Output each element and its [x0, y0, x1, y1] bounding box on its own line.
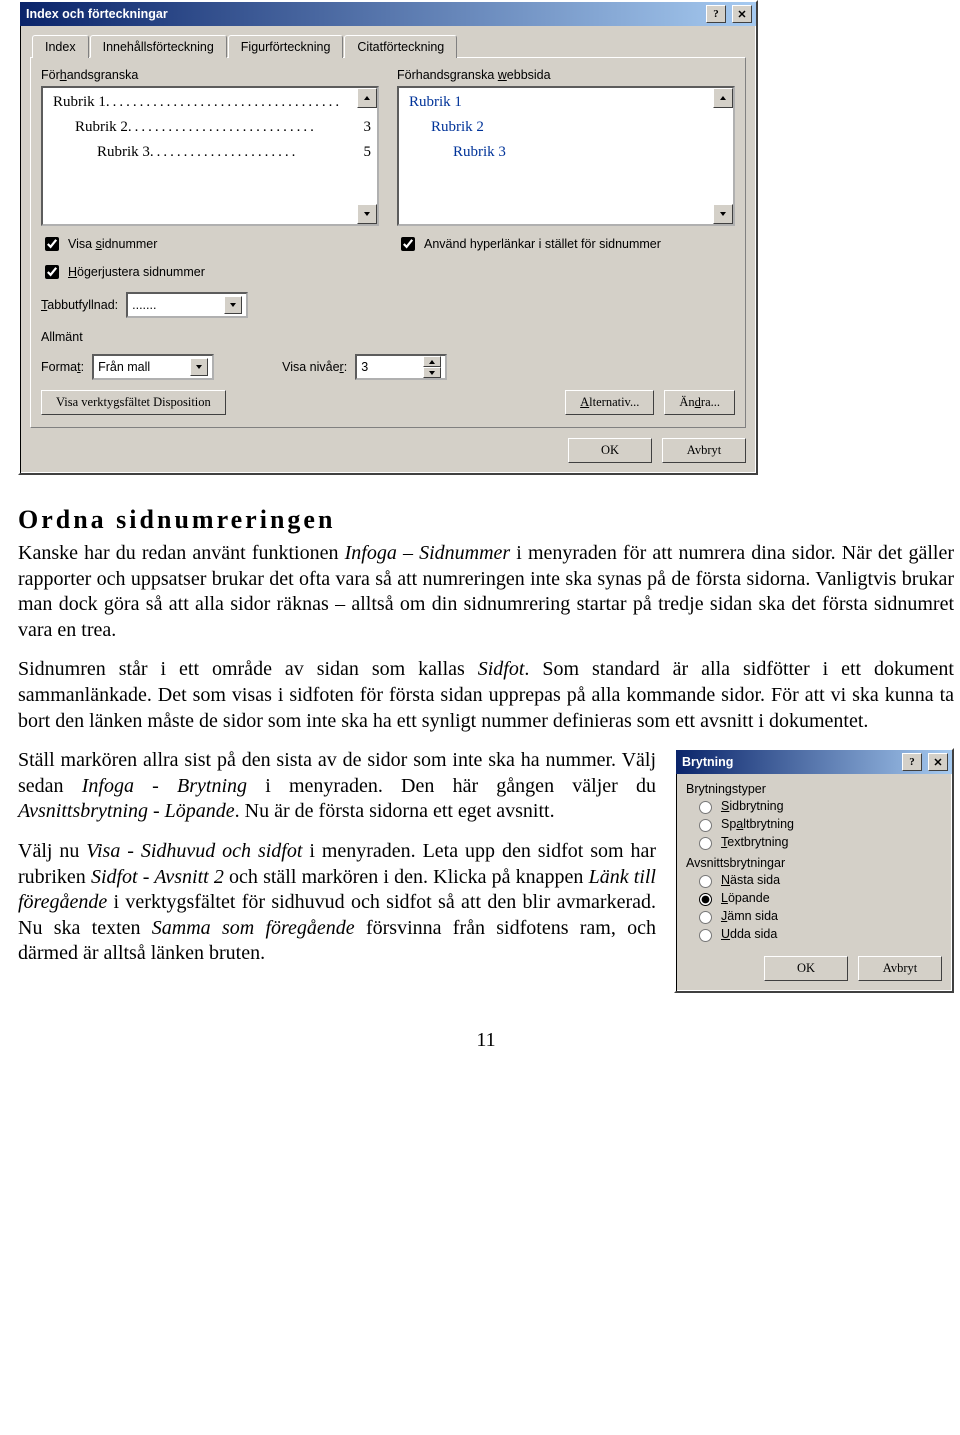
cancel-button[interactable]: Avbryt	[858, 956, 942, 981]
levels-label: Visa nivåer:	[282, 360, 347, 374]
tab-figures[interactable]: Figurförteckning	[228, 35, 344, 58]
help-icon[interactable]: ?	[706, 5, 726, 23]
outline-toolbar-button[interactable]: Visa verktygsfältet Disposition	[41, 390, 226, 415]
dialog-titlebar[interactable]: Brytning ? ✕	[676, 750, 952, 774]
radio-page-break[interactable]: Sidbrytning	[694, 798, 942, 814]
toc-web-link: Rubrik 2	[431, 119, 484, 135]
toc-web-link: Rubrik 3	[453, 144, 506, 160]
scroll-up-icon[interactable]	[357, 88, 377, 108]
web-preview: Rubrik 1 Rubrik 2 Rubrik 3	[397, 86, 735, 226]
print-preview: Rubrik 1................................…	[41, 86, 379, 226]
break-dialog: Brytning ? ✕ Brytningstyper Sidbrytning …	[674, 748, 954, 993]
ok-button[interactable]: OK	[568, 438, 652, 463]
toc-row-label: Rubrik 2	[75, 119, 128, 136]
print-preview-label: Förhandsgranska	[41, 68, 379, 82]
body-paragraph: Kanske har du redan använt funktionen In…	[18, 541, 954, 643]
tab-index[interactable]: Index	[32, 35, 89, 58]
modify-button[interactable]: Ändra...	[664, 390, 735, 415]
levels-stepper[interactable]: 3	[355, 354, 447, 380]
radio-continuous[interactable]: Löpande	[694, 890, 942, 906]
tab-citations[interactable]: Citatförteckning	[344, 35, 457, 58]
toc-row-page: 3	[355, 119, 371, 136]
close-icon[interactable]: ✕	[732, 5, 752, 23]
dialog-tabs: Index Innehållsförteckning Figurförteckn…	[30, 34, 746, 57]
toc-web-link: Rubrik 1	[409, 94, 462, 110]
tab-leader-combo[interactable]: .......	[126, 292, 248, 318]
step-down-icon[interactable]	[423, 367, 441, 378]
options-button[interactable]: Alternativ...	[565, 390, 654, 415]
section-heading: Ordna sidnumreringen	[18, 505, 954, 535]
body-paragraph: Sidnumren står i ett område av sidan som…	[18, 657, 954, 734]
radio-next-page[interactable]: Nästa sida	[694, 872, 942, 888]
web-preview-label: Förhandsgranska webbsida	[397, 68, 735, 82]
tab-leader-value: .......	[132, 298, 156, 312]
scroll-down-icon[interactable]	[713, 204, 733, 224]
dialog-title: Index och förteckningar	[26, 7, 700, 21]
toc-row-label: Rubrik 3	[97, 144, 150, 161]
tab-toc[interactable]: Innehållsförteckning	[90, 35, 227, 58]
tab-leader-label: Tabbutfyllnad:	[41, 298, 118, 312]
cancel-button[interactable]: Avbryt	[662, 438, 746, 463]
index-dialog: Index och förteckningar ? ✕ Index Innehå…	[18, 0, 758, 475]
toc-row-label: Rubrik 1	[53, 94, 106, 111]
step-up-icon[interactable]	[423, 356, 441, 367]
radio-even-page[interactable]: Jämn sida	[694, 908, 942, 924]
section-breaks-label: Avsnittsbrytningar	[686, 856, 942, 870]
close-icon[interactable]: ✕	[928, 753, 948, 771]
radio-column-break[interactable]: Spaltbrytning	[694, 816, 942, 832]
use-hyperlinks-checkbox[interactable]: Använd hyperlänkar i stället för sidnumm…	[397, 234, 735, 254]
body-paragraph: Välj nu Visa - Sidhuvud och sidfot i men…	[18, 839, 656, 967]
show-page-numbers-checkbox[interactable]: Visa sidnummer	[41, 234, 379, 254]
format-combo[interactable]: Från mall	[92, 354, 214, 380]
dialog-title: Brytning	[682, 755, 896, 769]
body-paragraph: Ställ markören allra sist på den sista a…	[18, 748, 656, 825]
toc-row-page: 5	[355, 144, 371, 161]
chevron-down-icon[interactable]	[224, 296, 242, 314]
help-icon[interactable]: ?	[902, 753, 922, 771]
break-types-label: Brytningstyper	[686, 782, 942, 796]
right-align-checkbox[interactable]: Högerjustera sidnummer	[41, 262, 379, 282]
radio-odd-page[interactable]: Udda sida	[694, 926, 942, 942]
scroll-down-icon[interactable]	[357, 204, 377, 224]
format-value: Från mall	[98, 360, 150, 374]
format-label: Format:	[41, 360, 84, 374]
page-number: 11	[18, 1029, 954, 1052]
chevron-down-icon[interactable]	[190, 358, 208, 376]
general-label: Allmänt	[41, 330, 83, 344]
dialog-titlebar[interactable]: Index och förteckningar ? ✕	[20, 2, 756, 26]
levels-value: 3	[361, 360, 368, 374]
radio-text-break[interactable]: Textbrytning	[694, 834, 942, 850]
ok-button[interactable]: OK	[764, 956, 848, 981]
scroll-up-icon[interactable]	[713, 88, 733, 108]
